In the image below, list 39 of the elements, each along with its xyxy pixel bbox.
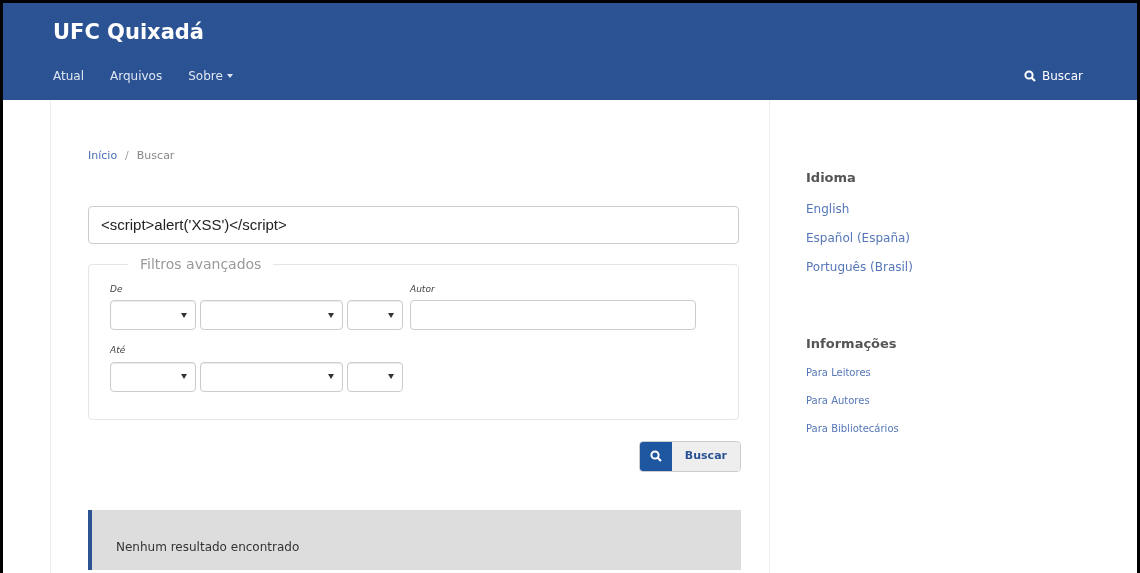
breadcrumb-link[interactable]: Início: [88, 148, 118, 165]
caret-icon: [388, 374, 394, 379]
site-title[interactable]: UFC Quixadá: [53, 17, 1087, 49]
caret-icon: [181, 312, 187, 318]
sidebar-link[interactable]: Português (Brasil): [806, 257, 913, 276]
select-field[interactable]: [347, 300, 403, 330]
sidebar-link[interactable]: English: [806, 199, 913, 218]
sidebar-link[interactable]: Para Bibliotecários: [806, 421, 913, 436]
search-icon: [1024, 69, 1036, 82]
search-link[interactable]: Buscar: [1024, 66, 1083, 85]
filters-legend: Filtros avançados: [128, 253, 274, 275]
caret-icon: [328, 312, 334, 318]
field-label: Até: [110, 344, 127, 357]
search-field[interactable]: <script>alert('XSS')</script>: [88, 205, 739, 244]
select-field[interactable]: [200, 361, 343, 392]
nav-link[interactable]: Arquivos: [110, 66, 163, 85]
caret-icon: [226, 73, 233, 78]
sidebar-link[interactable]: Para Leitores: [806, 365, 913, 380]
sidebar-link[interactable]: Para Autores: [806, 393, 913, 408]
nav-link[interactable]: Atual: [53, 66, 84, 85]
select-field[interactable]: [110, 361, 196, 392]
caret-icon: [181, 374, 187, 379]
nav-dropdown[interactable]: Sobre: [188, 66, 233, 85]
breadcrumb-current: Buscar: [136, 148, 175, 164]
notice-text: Nenhum resultado encontrado: [116, 539, 300, 554]
field-label: Autor: [410, 282, 436, 296]
breadcrumb-separator: /: [125, 148, 129, 164]
author-field[interactable]: [410, 300, 696, 330]
sidebar-link[interactable]: Español (España): [806, 228, 913, 247]
search-icon: [649, 450, 662, 462]
search-button[interactable]: Buscar: [638, 440, 741, 472]
caret-icon: [388, 312, 394, 318]
sidebar-heading: Informações: [806, 334, 898, 353]
sidebar-heading: Idioma: [806, 169, 857, 187]
select-field[interactable]: [200, 300, 343, 330]
field-label: De: [110, 282, 124, 296]
select-field[interactable]: [347, 361, 403, 392]
select-field[interactable]: [110, 300, 196, 330]
caret-icon: [328, 374, 334, 379]
